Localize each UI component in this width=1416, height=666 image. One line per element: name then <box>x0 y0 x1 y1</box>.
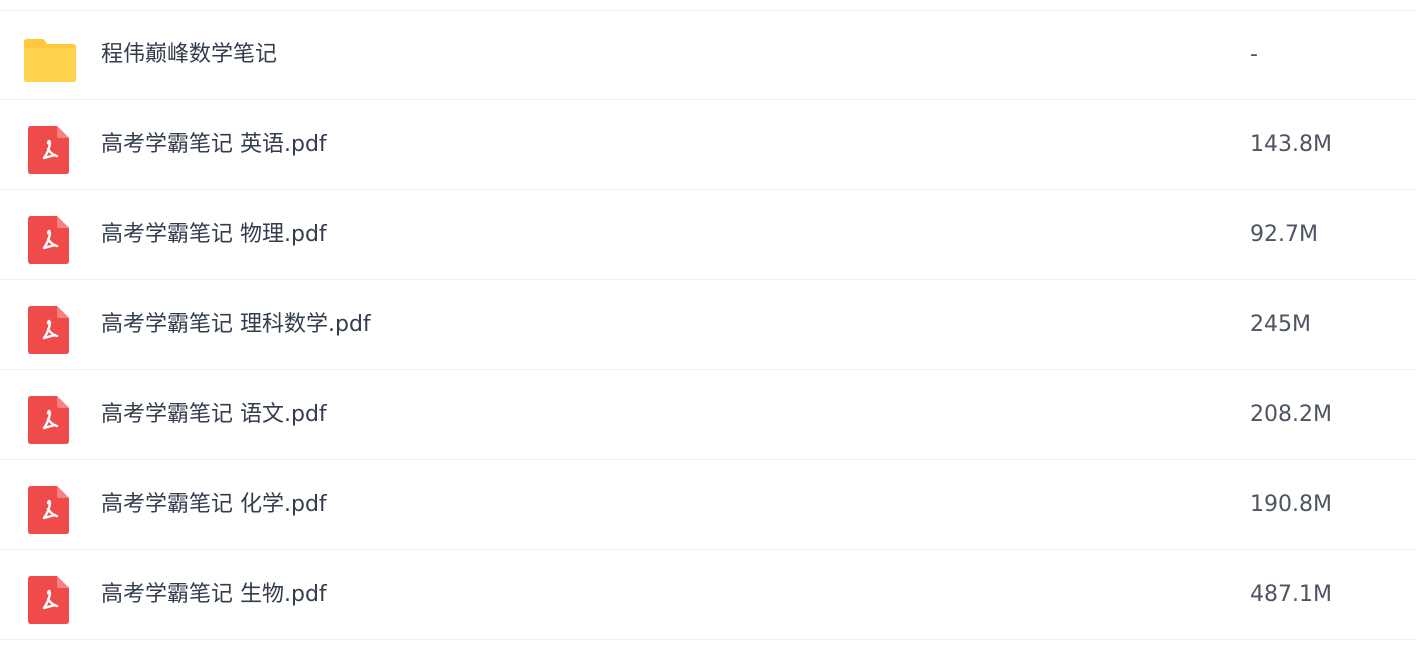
pdf-icon <box>24 124 76 176</box>
pdf-icon <box>24 574 76 626</box>
file-size: 190.8M <box>1250 492 1332 517</box>
file-size: 92.7M <box>1250 222 1318 247</box>
file-row-pdf[interactable]: 高考学霸笔记 化学.pdf 190.8M <box>0 460 1416 550</box>
pdf-icon <box>24 304 76 356</box>
file-row-pdf[interactable]: 高考学霸笔记 英语.pdf 143.8M <box>0 100 1416 190</box>
folder-icon <box>24 34 76 86</box>
file-row-folder[interactable]: 程伟巅峰数学笔记 - <box>0 10 1416 100</box>
file-row-pdf[interactable]: 高考学霸笔记 生物.pdf 487.1M <box>0 550 1416 640</box>
file-name[interactable]: 高考学霸笔记 英语.pdf <box>101 130 327 160</box>
file-row-pdf[interactable]: 高考学霸笔记 物理.pdf 92.7M <box>0 190 1416 280</box>
file-row-pdf[interactable]: 高考学霸笔记 理科数学.pdf 245M <box>0 280 1416 370</box>
file-size: 245M <box>1250 312 1311 337</box>
file-name[interactable]: 高考学霸笔记 语文.pdf <box>101 400 327 430</box>
file-size: 143.8M <box>1250 132 1332 157</box>
file-list: 程伟巅峰数学笔记 - 高考学霸笔记 英语.pdf 143.8M 高考学霸笔记 物… <box>0 0 1416 666</box>
file-name[interactable]: 高考学霸笔记 理科数学.pdf <box>101 310 371 340</box>
file-row-pdf[interactable]: 高考学霸笔记 语文.pdf 208.2M <box>0 370 1416 460</box>
file-size: - <box>1250 42 1258 67</box>
pdf-icon <box>24 484 76 536</box>
file-name[interactable]: 高考学霸笔记 物理.pdf <box>101 220 327 250</box>
file-size: 487.1M <box>1250 582 1332 607</box>
file-size: 208.2M <box>1250 402 1332 427</box>
file-name[interactable]: 高考学霸笔记 生物.pdf <box>101 580 327 610</box>
file-name[interactable]: 程伟巅峰数学笔记 <box>101 40 277 70</box>
file-name[interactable]: 高考学霸笔记 化学.pdf <box>101 490 327 520</box>
pdf-icon <box>24 394 76 446</box>
pdf-icon <box>24 214 76 266</box>
